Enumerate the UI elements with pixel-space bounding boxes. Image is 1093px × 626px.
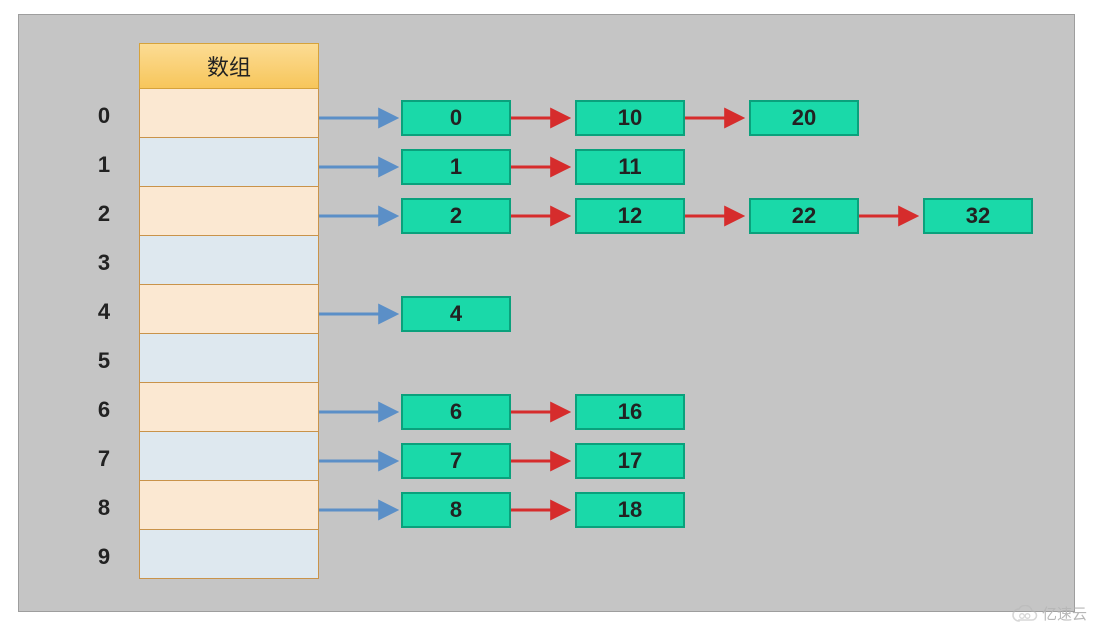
array-cell bbox=[139, 236, 319, 285]
bucket-arrow bbox=[319, 407, 399, 417]
chain-node: 16 bbox=[575, 394, 685, 430]
row-index: 4 bbox=[89, 299, 119, 325]
row-index: 5 bbox=[89, 348, 119, 374]
diagram-canvas: 数组 0 1 2 3 4 5 6 7 8 9 0 10 20 bbox=[18, 14, 1075, 612]
chain-node: 22 bbox=[749, 198, 859, 234]
row-index: 6 bbox=[89, 397, 119, 423]
chain-node: 10 bbox=[575, 100, 685, 136]
bucket-arrow bbox=[319, 211, 399, 221]
chain-node: 6 bbox=[401, 394, 511, 430]
array-cell bbox=[139, 432, 319, 481]
chain-arrow bbox=[859, 211, 919, 221]
watermark: 亿速云 bbox=[1012, 603, 1087, 624]
row-index: 2 bbox=[89, 201, 119, 227]
array-column: 数组 bbox=[139, 43, 319, 579]
array-cell bbox=[139, 530, 319, 579]
chain-node: 2 bbox=[401, 198, 511, 234]
chain-arrow bbox=[511, 407, 571, 417]
row-index: 0 bbox=[89, 103, 119, 129]
array-cell bbox=[139, 138, 319, 187]
bucket-arrow bbox=[319, 113, 399, 123]
chain-node: 20 bbox=[749, 100, 859, 136]
chain-node: 4 bbox=[401, 296, 511, 332]
row-index: 8 bbox=[89, 495, 119, 521]
watermark-text: 亿速云 bbox=[1042, 603, 1087, 624]
array-cell bbox=[139, 334, 319, 383]
row-index: 9 bbox=[89, 544, 119, 570]
array-header: 数组 bbox=[139, 43, 319, 89]
chain-node: 1 bbox=[401, 149, 511, 185]
array-cell bbox=[139, 89, 319, 138]
chain-arrow bbox=[511, 456, 571, 466]
array-cell bbox=[139, 285, 319, 334]
row-index: 3 bbox=[89, 250, 119, 276]
chain-arrow bbox=[511, 211, 571, 221]
chain-arrow bbox=[511, 162, 571, 172]
bucket-arrow bbox=[319, 309, 399, 319]
cloud-icon bbox=[1012, 605, 1038, 623]
chain-arrow bbox=[511, 113, 571, 123]
bucket-arrow bbox=[319, 505, 399, 515]
chain-node: 32 bbox=[923, 198, 1033, 234]
chain-node: 17 bbox=[575, 443, 685, 479]
chain-node: 11 bbox=[575, 149, 685, 185]
bucket-arrow bbox=[319, 162, 399, 172]
chain-node: 8 bbox=[401, 492, 511, 528]
chain-arrow bbox=[511, 505, 571, 515]
row-index: 7 bbox=[89, 446, 119, 472]
array-cell bbox=[139, 383, 319, 432]
array-cell bbox=[139, 187, 319, 236]
chain-arrow bbox=[685, 113, 745, 123]
row-index: 1 bbox=[89, 152, 119, 178]
array-cell bbox=[139, 481, 319, 530]
bucket-arrow bbox=[319, 456, 399, 466]
chain-arrow bbox=[685, 211, 745, 221]
chain-node: 12 bbox=[575, 198, 685, 234]
chain-node: 7 bbox=[401, 443, 511, 479]
chain-node: 0 bbox=[401, 100, 511, 136]
chain-node: 18 bbox=[575, 492, 685, 528]
